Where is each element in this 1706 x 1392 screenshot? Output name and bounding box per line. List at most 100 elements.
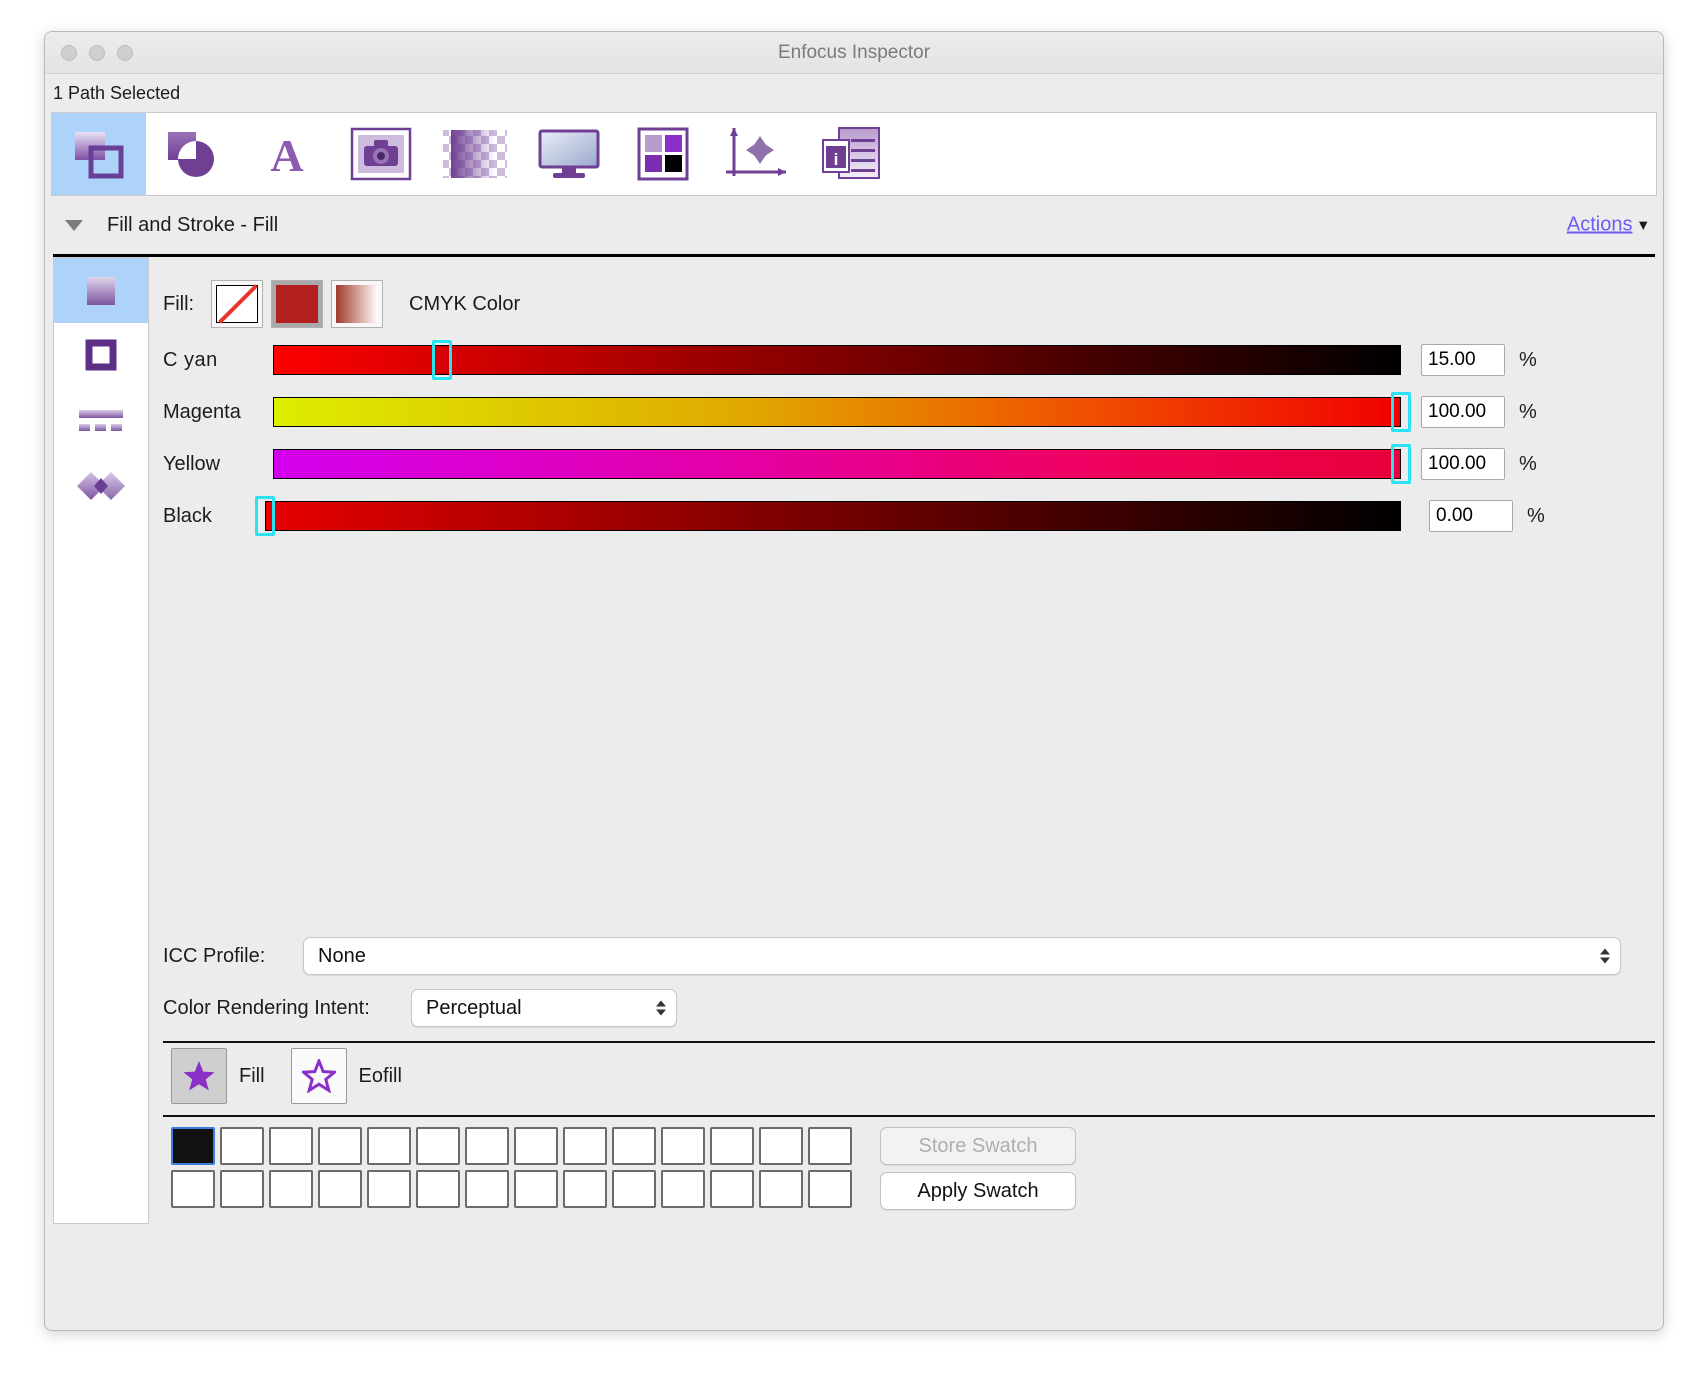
actions-menu[interactable]: Actions ▾ <box>1567 214 1647 237</box>
swatch-cell[interactable] <box>759 1170 803 1208</box>
slider-thumb-yellow[interactable] <box>1391 444 1411 484</box>
category-toolbar[interactable]: A i <box>51 112 1657 196</box>
percent-sign-cyan: % <box>1519 348 1537 371</box>
swatch-cell[interactable] <box>171 1170 215 1208</box>
icc-profile-select[interactable]: None <box>303 937 1621 975</box>
solid-color-button[interactable] <box>271 280 323 328</box>
star-filled-icon <box>183 1061 215 1091</box>
value-input-cyan[interactable]: 15.00 <box>1421 344 1505 376</box>
screenshot-root: Enfocus Inspector 1 Path Selected A i Fi… <box>0 0 1706 1392</box>
solid-color-icon <box>276 285 318 323</box>
toolbar-item-color[interactable] <box>616 113 710 195</box>
fill-square-icon <box>87 276 115 305</box>
swatch-cell[interactable] <box>416 1170 460 1208</box>
cmyk-sliders: C yan 15.00 % Magenta 100.00 % Yellow 10… <box>163 334 1655 542</box>
swatch-cell[interactable] <box>416 1127 460 1165</box>
swatch-cell[interactable] <box>465 1170 509 1208</box>
swatch-cell[interactable] <box>367 1170 411 1208</box>
slider-gradient-yellow <box>273 449 1401 479</box>
slider-label-cyan: C yan <box>163 348 218 371</box>
disclosure-triangle-icon[interactable] <box>65 219 83 231</box>
swatch-cell[interactable] <box>563 1170 607 1208</box>
overprint-diamonds-icon <box>77 471 125 500</box>
swatch-cell[interactable] <box>661 1170 705 1208</box>
rendering-intent-row: Color Rendering Intent: Perceptual <box>163 989 1655 1027</box>
store-swatch-button[interactable]: Store Swatch <box>880 1127 1076 1165</box>
swatch-cell[interactable] <box>465 1127 509 1165</box>
gradient-button[interactable] <box>331 280 383 328</box>
inspector-window: Enfocus Inspector 1 Path Selected A i Fi… <box>44 31 1664 1331</box>
swatch-cell[interactable] <box>612 1127 656 1165</box>
text-icon: A <box>270 130 303 179</box>
apply-swatch-button[interactable]: Apply Swatch <box>880 1172 1076 1210</box>
value-input-magenta[interactable]: 100.00 <box>1421 396 1505 428</box>
value-input-black[interactable]: 0.00 <box>1429 500 1513 532</box>
rendering-intent-select[interactable]: Perceptual <box>411 989 677 1027</box>
toolbar-item-separations[interactable] <box>522 113 616 195</box>
section-header[interactable]: Fill and Stroke - Fill Actions ▾ <box>45 196 1663 254</box>
svg-text:i: i <box>834 150 839 169</box>
rail-item-fill[interactable] <box>54 258 148 323</box>
monitor-icon <box>538 129 600 178</box>
toolbar-item-fill-and-stroke[interactable] <box>52 113 146 195</box>
slider-track-yellow[interactable] <box>273 444 1411 484</box>
stroke-square-icon <box>85 339 117 370</box>
slider-thumb-cyan[interactable] <box>432 340 453 380</box>
swatch-cell[interactable] <box>318 1127 362 1165</box>
slider-label-yellow: Yellow <box>163 452 221 475</box>
slider-thumb-black[interactable] <box>255 496 275 536</box>
section-title: Fill and Stroke - Fill <box>107 213 279 236</box>
rail-item-dash[interactable] <box>54 388 148 453</box>
swatch-cell[interactable] <box>514 1170 558 1208</box>
swatch-cell[interactable] <box>367 1127 411 1165</box>
fill-mode-button[interactable] <box>171 1048 227 1104</box>
slider-track-cyan[interactable] <box>273 340 1401 380</box>
swatch-cell[interactable] <box>563 1127 607 1165</box>
swatch-cell[interactable] <box>661 1127 705 1165</box>
percent-sign-black: % <box>1527 504 1545 527</box>
swatch-cell[interactable] <box>220 1170 264 1208</box>
swatch-cell[interactable] <box>171 1127 215 1165</box>
toolbar-item-document[interactable]: i <box>804 113 898 195</box>
swatch-area: Store Swatch Apply Swatch <box>163 1117 1655 1224</box>
swatch-cell[interactable] <box>710 1127 754 1165</box>
swatch-cell[interactable] <box>612 1170 656 1208</box>
swatch-cell[interactable] <box>220 1127 264 1165</box>
color-swatches-icon <box>637 127 689 181</box>
fill-stroke-rail[interactable] <box>53 257 149 1224</box>
slider-track-magenta[interactable] <box>273 392 1411 432</box>
no-fill-button[interactable] <box>211 280 263 328</box>
toolbar-item-position[interactable] <box>710 113 804 195</box>
rail-item-stroke[interactable] <box>54 323 148 388</box>
slider-track-black[interactable] <box>255 496 1401 536</box>
swatch-cell[interactable] <box>318 1170 362 1208</box>
eofill-mode-label: Eofill <box>358 1064 402 1087</box>
gradient-icon <box>336 285 378 323</box>
toolbar-item-transparency[interactable] <box>428 113 522 195</box>
fill-mode-label: Fill <box>239 1064 265 1087</box>
fill-and-stroke-icon <box>75 132 124 179</box>
toolbar-item-image[interactable] <box>334 113 428 195</box>
window-titlebar: Enfocus Inspector <box>45 32 1663 74</box>
toolbar-item-text[interactable]: A <box>240 113 334 195</box>
swatch-cell[interactable] <box>514 1127 558 1165</box>
svg-text:A: A <box>270 130 303 179</box>
value-input-yellow[interactable]: 100.00 <box>1421 448 1505 480</box>
swatch-cell[interactable] <box>759 1127 803 1165</box>
percent-sign-yellow: % <box>1519 452 1537 475</box>
selection-status: 1 Path Selected <box>45 74 1663 112</box>
star-outline-icon <box>301 1059 336 1093</box>
swatch-cell[interactable] <box>269 1127 313 1165</box>
swatch-cell[interactable] <box>808 1127 852 1165</box>
rail-item-overprint[interactable] <box>54 453 148 518</box>
eofill-mode-button[interactable] <box>290 1048 347 1104</box>
swatch-cell[interactable] <box>710 1170 754 1208</box>
shape-icon <box>168 132 214 177</box>
toolbar-item-shape[interactable] <box>146 113 240 195</box>
swatch-cell[interactable] <box>269 1170 313 1208</box>
swatch-grid[interactable] <box>171 1127 852 1210</box>
swatch-cell[interactable] <box>808 1170 852 1208</box>
slider-row-black: Black 0.00 % <box>163 490 1655 542</box>
slider-thumb-magenta[interactable] <box>1391 392 1411 432</box>
window-title: Enfocus Inspector <box>777 42 931 63</box>
